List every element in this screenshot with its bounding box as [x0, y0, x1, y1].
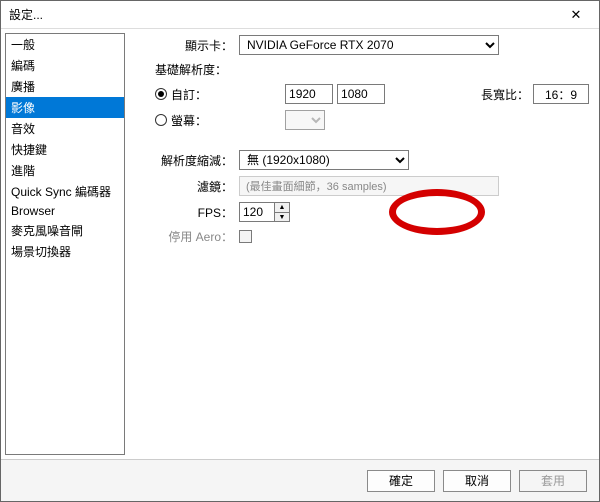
downscale-label: 解析度縮減：	[135, 152, 239, 169]
filter-select: (最佳畫面細節，36 samples)	[239, 176, 499, 196]
aero-label: 停用 Aero：	[135, 228, 239, 245]
titlebar: 設定... ✕	[1, 1, 599, 29]
cancel-button[interactable]: 取消	[443, 470, 511, 492]
radio-dot-icon	[155, 88, 167, 100]
radio-custom[interactable]: 自訂： 長寬比：	[155, 84, 589, 104]
filter-label: 濾鏡：	[135, 178, 239, 195]
base-res-label: 基礎解析度：	[155, 61, 233, 78]
sidebar-item[interactable]: 音效	[6, 118, 124, 139]
sidebar-item[interactable]: 麥克風噪音閘	[6, 220, 124, 241]
res-height-input[interactable]	[337, 84, 385, 104]
sidebar-item[interactable]: Quick Sync 編碼器	[6, 181, 124, 202]
aspect-label: 長寬比：	[481, 86, 529, 103]
display-card-label: 顯示卡：	[135, 37, 239, 54]
settings-window: 設定... ✕ 一般編碼廣播影像音效快捷鍵進階Quick Sync 編碼器Bro…	[0, 0, 600, 502]
close-button[interactable]: ✕	[559, 4, 593, 26]
display-card-select[interactable]: NVIDIA GeForce RTX 2070	[239, 35, 499, 55]
close-icon: ✕	[571, 7, 582, 23]
sidebar-item[interactable]: 快捷鍵	[6, 139, 124, 160]
apply-button: 套用	[519, 470, 587, 492]
fps-label: FPS：	[135, 204, 239, 221]
downscale-select[interactable]: 無 (1920x1080)	[239, 150, 409, 170]
radio-monitor-label: 螢幕：	[171, 112, 207, 129]
spin-up-icon[interactable]: ▲	[275, 203, 289, 212]
radio-custom-label: 自訂：	[171, 86, 207, 103]
fps-input[interactable]: ▲ ▼	[239, 202, 290, 222]
sidebar-item[interactable]: 一般	[6, 34, 124, 55]
sidebar-item[interactable]: Browser	[6, 202, 124, 220]
spin-down-icon[interactable]: ▼	[275, 212, 289, 221]
radio-dot-icon	[155, 114, 167, 126]
body: 一般編碼廣播影像音效快捷鍵進階Quick Sync 編碼器Browser麥克風噪…	[1, 29, 599, 459]
aero-checkbox	[239, 230, 252, 243]
radio-monitor[interactable]: 螢幕： 1	[155, 110, 589, 130]
monitor-select: 1	[285, 110, 325, 130]
sidebar-item[interactable]: 進階	[6, 160, 124, 181]
sidebar: 一般編碼廣播影像音效快捷鍵進階Quick Sync 編碼器Browser麥克風噪…	[5, 33, 125, 455]
sidebar-item[interactable]: 編碼	[6, 55, 124, 76]
footer: 確定 取消 套用	[1, 459, 599, 501]
sidebar-item[interactable]: 影像	[6, 97, 124, 118]
window-title: 設定...	[9, 6, 43, 23]
sidebar-item[interactable]: 場景切換器	[6, 241, 124, 262]
fps-value[interactable]	[240, 203, 274, 221]
filter-hint: (最佳畫面細節，36 samples)	[246, 178, 387, 194]
ok-button[interactable]: 確定	[367, 470, 435, 492]
res-width-input[interactable]	[285, 84, 333, 104]
sidebar-item[interactable]: 廣播	[6, 76, 124, 97]
aspect-value[interactable]	[533, 84, 589, 104]
main-panel: 顯示卡： NVIDIA GeForce RTX 2070 基礎解析度： 自訂： …	[129, 29, 599, 459]
